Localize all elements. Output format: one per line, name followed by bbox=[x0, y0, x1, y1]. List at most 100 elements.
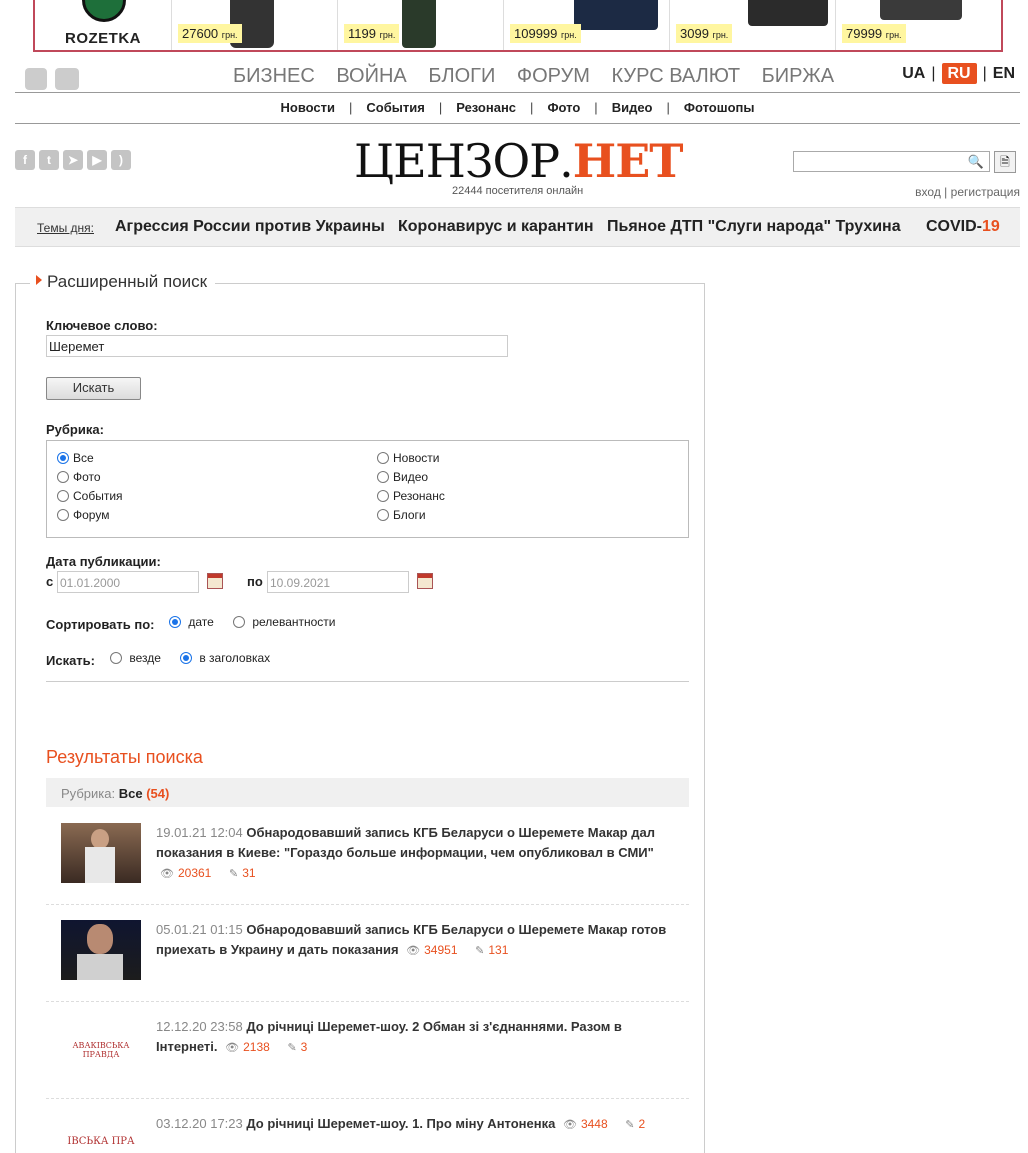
lang-ru[interactable]: RU bbox=[941, 63, 977, 84]
subnav-video[interactable]: Видео bbox=[612, 100, 653, 115]
topic-covid[interactable]: COVID-19 bbox=[926, 218, 1000, 236]
ad-item[interactable]: 3099 грн. bbox=[669, 0, 835, 50]
auth-separator: | bbox=[944, 185, 948, 199]
date-to-label: по bbox=[247, 574, 263, 589]
radio-icon bbox=[377, 471, 389, 483]
nav-currency[interactable]: КУРС ВАЛЮТ bbox=[612, 65, 741, 87]
ad-banner[interactable]: ROZETKA 27600 грн. 1199 грн. 109999 грн.… bbox=[33, 0, 1003, 52]
search-icon[interactable]: 🔍 bbox=[968, 154, 984, 170]
radio-selected-icon bbox=[180, 652, 192, 664]
sort-radio-date[interactable]: дате bbox=[169, 615, 214, 629]
nav-exchange[interactable]: БИРЖА bbox=[762, 65, 834, 87]
form-divider bbox=[46, 681, 689, 682]
search-button[interactable]: Искать bbox=[46, 377, 141, 400]
search-input[interactable]: 🔍 bbox=[793, 151, 990, 172]
eye-icon: 👁 bbox=[225, 1042, 240, 1054]
facebook-icon[interactable]: f bbox=[15, 150, 35, 170]
radio-icon bbox=[377, 452, 389, 464]
result-thumbnail[interactable] bbox=[61, 823, 141, 883]
ad-item[interactable]: 27600 грн. bbox=[171, 0, 337, 50]
ad-item[interactable]: 79999 грн. bbox=[835, 0, 1001, 50]
result-views: 34951 bbox=[424, 943, 458, 957]
topic-link[interactable]: Пьяное ДТП "Слуги народа" Трухина bbox=[607, 218, 901, 236]
keyword-label: Ключевое слово: bbox=[46, 318, 158, 333]
subnav-separator: | bbox=[438, 100, 443, 115]
rubric-radio-events[interactable]: События bbox=[57, 489, 123, 503]
result-date: 12.12.20 23:58 bbox=[156, 1019, 243, 1034]
result-thumbnail[interactable]: АВАКІВСЬКА ПРАВДА bbox=[61, 1017, 141, 1077]
topic-link[interactable]: Коронавирус и карантин bbox=[398, 218, 594, 236]
result-thumbnail[interactable]: ІВСЬКА ПРА bbox=[61, 1114, 141, 1145]
eye-icon: 👁 bbox=[160, 868, 174, 880]
nav-business[interactable]: БИЗНЕС bbox=[233, 65, 315, 87]
rubric-radio-blogs[interactable]: Блоги bbox=[377, 508, 426, 522]
gpu-image bbox=[880, 0, 962, 20]
result-title-link[interactable]: До річниці Шеремет-шоу. 1. Про міну Анто… bbox=[246, 1116, 555, 1131]
subnav-events[interactable]: События bbox=[366, 100, 424, 115]
sort-radio-relevance[interactable]: релевантности bbox=[233, 615, 336, 629]
result-item: ІВСЬКА ПРА 03.12.20 17:23 До річниці Шер… bbox=[46, 1099, 689, 1145]
date-to-input[interactable]: 10.09.2021 bbox=[267, 571, 409, 593]
keyword-input[interactable]: Шеремет bbox=[46, 335, 508, 357]
topic-link[interactable]: Агрессия России против Украины bbox=[115, 218, 385, 236]
social-links: f t ➤ ▶) bbox=[15, 150, 135, 170]
result-comments[interactable]: 31 bbox=[242, 866, 255, 880]
where-radio-all[interactable]: везде bbox=[110, 651, 161, 665]
rss-icon[interactable]: ) bbox=[111, 150, 131, 170]
rubric-radio-photo[interactable]: Фото bbox=[57, 470, 101, 484]
login-link[interactable]: вход bbox=[915, 185, 941, 199]
rubric-radio-all[interactable]: Все bbox=[57, 451, 94, 465]
rubric-radio-forum[interactable]: Форум bbox=[57, 508, 109, 522]
result-comments[interactable]: 131 bbox=[488, 943, 508, 957]
subnav-news[interactable]: Новости bbox=[281, 100, 336, 115]
online-counter: 22444 посетителя онлайн bbox=[452, 185, 584, 197]
ad-price: 79999 грн. bbox=[842, 24, 906, 43]
ad-price: 3099 грн. bbox=[676, 24, 733, 43]
result-text: 19.01.21 12:04 Обнародовавший запись КГБ… bbox=[156, 823, 676, 884]
rozetka-logo[interactable]: ROZETKA bbox=[35, 0, 171, 50]
ad-price: 27600 грн. bbox=[178, 24, 242, 43]
date-from-input[interactable]: 01.01.2000 bbox=[57, 571, 199, 593]
mobile-icon[interactable] bbox=[25, 68, 47, 90]
result-views: 20361 bbox=[177, 866, 212, 880]
rubric-radio-resonance[interactable]: Резонанс bbox=[377, 489, 445, 503]
subnav-resonance[interactable]: Резонанс bbox=[456, 100, 516, 115]
auth-links: вход | регистрация bbox=[915, 185, 1020, 199]
result-date: 19.01.21 12:04 bbox=[156, 825, 243, 840]
result-text: 12.12.20 23:58 До річниці Шеремет-шоу. 2… bbox=[156, 1017, 676, 1058]
calendar-icon[interactable] bbox=[207, 573, 223, 589]
rubric-radio-video[interactable]: Видео bbox=[377, 470, 428, 484]
rubric-group bbox=[46, 440, 689, 538]
eye-icon: 👁 bbox=[406, 945, 421, 957]
nav-war[interactable]: ВОЙНА bbox=[336, 65, 406, 87]
lang-ua[interactable]: UA bbox=[902, 65, 925, 82]
subnav-photoshops[interactable]: Фотошопы bbox=[684, 100, 755, 115]
arrow-icon bbox=[36, 275, 42, 285]
nav-forum[interactable]: ФОРУМ bbox=[517, 65, 590, 87]
lang-en[interactable]: EN bbox=[993, 65, 1015, 82]
topics-label[interactable]: Темы дня: bbox=[37, 221, 94, 235]
ad-item[interactable]: 1199 грн. bbox=[337, 0, 503, 50]
where-radio-titles[interactable]: в заголовках bbox=[180, 651, 270, 665]
twitter-icon[interactable]: t bbox=[39, 150, 59, 170]
subnav-photo[interactable]: Фото bbox=[547, 100, 580, 115]
rubric-radio-news[interactable]: Новости bbox=[377, 451, 439, 465]
thumbnail-caption: ІВСЬКА ПРА bbox=[67, 1136, 135, 1145]
result-comments[interactable]: 3 bbox=[301, 1040, 308, 1054]
youtube-icon[interactable]: ▶ bbox=[87, 150, 107, 170]
ad-item[interactable]: 109999 грн. bbox=[503, 0, 669, 50]
sort-label: Сортировать по: bbox=[46, 617, 155, 632]
result-item: 05.01.21 01:15 Обнародовавший запись КГБ… bbox=[46, 905, 689, 1002]
site-logo[interactable]: ЦЕНЗОР.НЕТ bbox=[354, 136, 684, 186]
print-icon[interactable] bbox=[55, 68, 79, 90]
telegram-icon[interactable]: ➤ bbox=[63, 150, 83, 170]
result-comments[interactable]: 2 bbox=[639, 1117, 646, 1131]
calendar-icon[interactable] bbox=[417, 573, 433, 589]
nav-blogs[interactable]: БЛОГИ bbox=[428, 65, 495, 87]
results-rubric-value[interactable]: Все bbox=[119, 786, 143, 801]
result-thumbnail[interactable] bbox=[61, 920, 141, 980]
comments-icon: ✎ bbox=[475, 945, 485, 957]
radio-icon bbox=[110, 652, 122, 664]
register-link[interactable]: регистрация bbox=[951, 185, 1020, 199]
advanced-search-icon[interactable]: 🗎 bbox=[994, 151, 1016, 173]
